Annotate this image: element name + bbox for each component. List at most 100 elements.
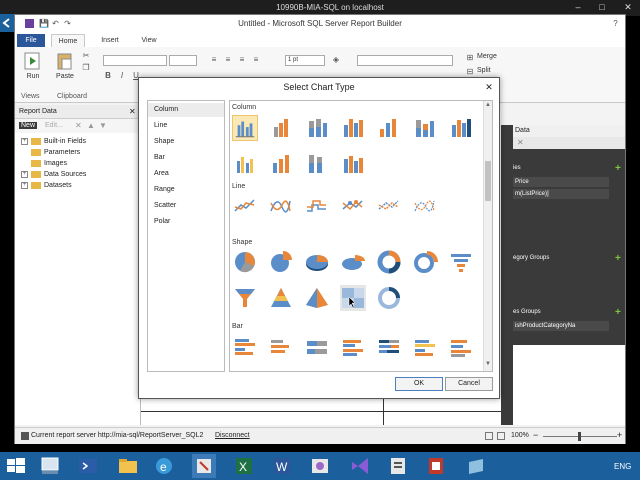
sum-listprice-field[interactable]: m(ListPrice)]	[513, 189, 609, 199]
chart-map-treemap-icon[interactable]	[340, 285, 366, 311]
add-category-icon[interactable]: +	[615, 253, 621, 264]
split-button[interactable]: Split	[477, 67, 491, 74]
tree-item-built-in-fields[interactable]: + Built-in Fields	[21, 137, 86, 147]
category-column[interactable]: Column	[148, 103, 224, 117]
chart-bar-3d-stacked-icon[interactable]	[376, 335, 402, 361]
chart-bar-3d-icon[interactable]	[340, 335, 366, 361]
copy-icon[interactable]: ❐	[81, 63, 91, 72]
chart-bar-stacked-icon[interactable]	[304, 335, 330, 361]
tab-file[interactable]: File	[17, 34, 45, 47]
chart-column-3d-100-icon[interactable]	[448, 115, 474, 141]
management-studio-icon[interactable]	[308, 454, 332, 478]
delete-icon[interactable]: ✕	[517, 138, 524, 147]
tree-item-data-sources[interactable]: + Data Sources	[21, 170, 86, 180]
ok-button[interactable]: OK	[395, 377, 443, 391]
back-arrow-icon[interactable]	[0, 14, 14, 32]
move-down-icon[interactable]: ▼	[99, 121, 107, 130]
delete-icon[interactable]: ✕	[75, 121, 82, 130]
align-left-icon[interactable]: ≡	[209, 55, 219, 64]
tab-view[interactable]: View	[135, 34, 163, 47]
chart-bar-two-series-icon[interactable]	[268, 335, 294, 361]
visual-studio-icon[interactable]	[348, 454, 372, 478]
expand-icon[interactable]: +	[21, 181, 28, 189]
chart-bar-3d-clustered-icon[interactable]	[412, 335, 438, 361]
tree-item-images[interactable]: Images	[31, 159, 67, 169]
chart-funnel-icon[interactable]	[448, 249, 474, 275]
chart-column-two-series-icon[interactable]	[268, 115, 294, 141]
number-format-combo[interactable]	[357, 55, 453, 66]
cut-icon[interactable]: ✂	[81, 51, 91, 60]
move-up-icon[interactable]: ▲	[87, 121, 95, 130]
font-name-combo[interactable]	[103, 55, 167, 66]
powershell-icon[interactable]	[76, 454, 100, 478]
zoom-in-button[interactable]: +	[617, 430, 622, 440]
chart-column-3d-icon[interactable]	[340, 115, 366, 141]
chart-line-icon[interactable]	[232, 193, 258, 219]
zoom-slider-thumb[interactable]	[578, 432, 581, 441]
category-range[interactable]: Range	[148, 183, 224, 197]
paste-button[interactable]: Paste	[53, 51, 77, 80]
justify-icon[interactable]: ≡	[251, 55, 261, 64]
vm-maximize-button[interactable]: □	[596, 2, 608, 13]
category-area[interactable]: Area	[148, 167, 224, 181]
chart-cylinder-100-icon[interactable]	[304, 151, 330, 177]
tools-icon[interactable]	[192, 454, 216, 478]
scroll-down-icon[interactable]: ▼	[485, 361, 491, 367]
chart-3d-pie-icon[interactable]	[304, 249, 330, 275]
chart-pyramid-icon[interactable]	[268, 285, 294, 311]
disconnect-link[interactable]: Disconnect	[215, 432, 250, 439]
chart-stepped-line-icon[interactable]	[304, 193, 330, 219]
run-button[interactable]: Run	[21, 51, 45, 80]
chart-cylinder-3d-icon[interactable]	[340, 151, 366, 177]
chart-bar-clustered-icon[interactable]	[232, 335, 258, 361]
chart-pie-icon[interactable]	[232, 249, 258, 275]
chart-cylinder-stacked-icon[interactable]	[268, 151, 294, 177]
chart-sunburst-icon[interactable]	[376, 285, 402, 311]
gallery-scrollbar[interactable]: ▲ ▼	[483, 101, 492, 371]
category-bar[interactable]: Bar	[148, 151, 224, 165]
zoom-out-button[interactable]: −	[533, 430, 538, 440]
bold-button[interactable]: B	[103, 71, 113, 80]
tab-home[interactable]: Home	[51, 34, 85, 47]
chart-3d-exploded-pie-icon[interactable]	[340, 249, 366, 275]
tree-item-parameters[interactable]: Parameters	[31, 148, 80, 158]
merge-icon[interactable]: ⊞	[465, 53, 475, 62]
chart-3d-pyramid-icon[interactable]	[304, 285, 330, 311]
vm-minimize-button[interactable]: –	[572, 2, 584, 13]
chart-exploded-doughnut-icon[interactable]	[412, 249, 438, 275]
italic-button[interactable]: I	[117, 71, 127, 80]
add-series-icon[interactable]: +	[615, 307, 621, 318]
chart-smooth-line-markers-icon[interactable]	[412, 193, 438, 219]
font-size-combo[interactable]	[169, 55, 197, 66]
category-scatter[interactable]: Scatter	[148, 199, 224, 213]
add-value-icon[interactable]: +	[615, 163, 621, 174]
product-category-field[interactable]: ishProductCategoryNa	[513, 321, 609, 331]
internet-explorer-icon[interactable]: e	[152, 454, 176, 478]
start-icon[interactable]	[4, 454, 28, 478]
expand-icon[interactable]: +	[21, 170, 28, 178]
align-right-icon[interactable]: ≡	[237, 55, 247, 64]
chart-doughnut-icon[interactable]	[376, 249, 402, 275]
chart-exploded-pie-icon[interactable]	[268, 249, 294, 275]
help-icon[interactable]: ?	[611, 19, 620, 28]
scrollbar-thumb[interactable]	[485, 161, 491, 201]
chart-column-3d-stacked-icon[interactable]	[412, 115, 438, 141]
file-explorer-icon[interactable]	[116, 454, 140, 478]
chart-column-stacked-icon[interactable]	[304, 115, 330, 141]
tree-item-datasets[interactable]: + Datasets	[21, 181, 72, 191]
expand-icon[interactable]: +	[21, 137, 28, 145]
align-center-icon[interactable]: ≡	[223, 55, 233, 64]
price-field[interactable]: Price	[513, 177, 609, 187]
cancel-button[interactable]: Cancel	[445, 377, 493, 391]
chart-bar-3d-100-icon[interactable]	[448, 335, 474, 361]
tab-insert[interactable]: Insert	[95, 34, 125, 47]
excel-icon[interactable]: X	[232, 454, 256, 478]
dialog-close-button[interactable]: ✕	[483, 81, 495, 93]
page-view-icon[interactable]	[497, 432, 505, 440]
chart-cylinder-icon[interactable]	[232, 151, 258, 177]
vm-close-button[interactable]: ✕	[622, 2, 634, 13]
chart-smooth-line-icon[interactable]	[268, 193, 294, 219]
chart-column-3d-clustered-icon[interactable]	[376, 115, 402, 141]
fill-color-icon[interactable]: ◈	[331, 55, 341, 64]
line-width-combo[interactable]: 1 pt	[285, 55, 325, 66]
